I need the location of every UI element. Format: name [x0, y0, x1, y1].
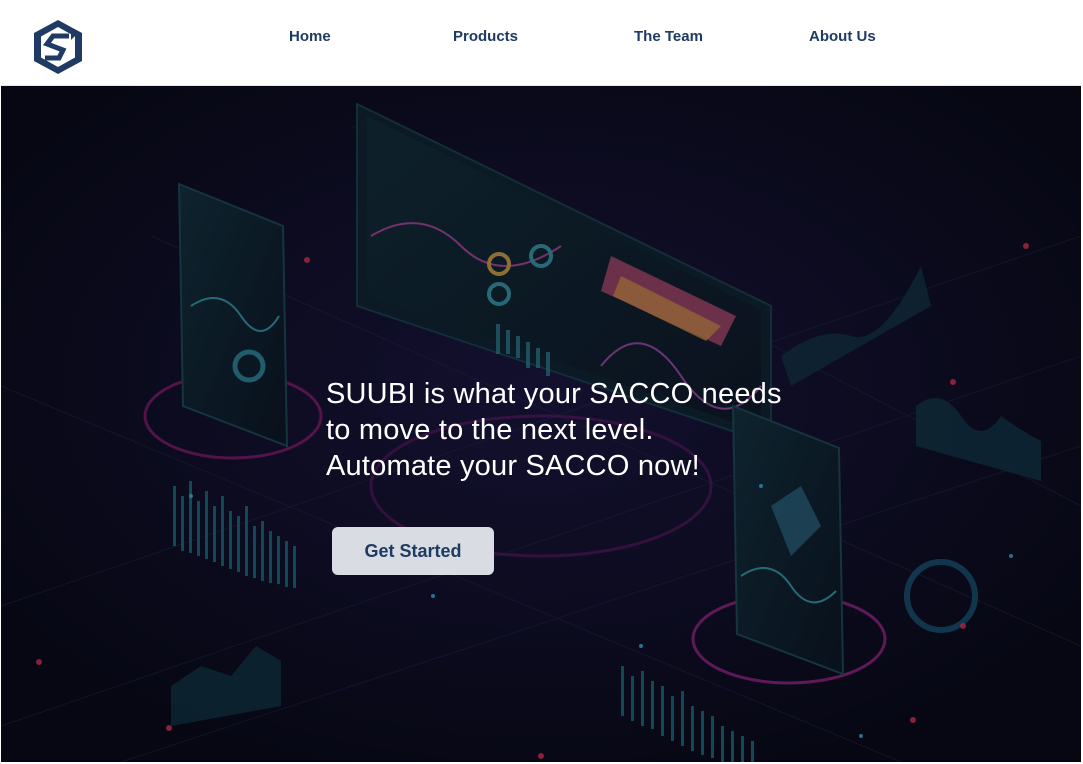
- nav-home-link[interactable]: Home: [289, 28, 331, 45]
- top-navbar: Home Products The Team About Us: [1, 1, 1081, 86]
- hero-section: SUUBI is what your SACCO needs to move t…: [1, 86, 1081, 762]
- get-started-button[interactable]: Get Started: [332, 527, 494, 575]
- nav-the-team-link[interactable]: The Team: [634, 28, 703, 45]
- hero-headline-line-2: to move to the next level.: [326, 414, 654, 446]
- hero-headline-line-3: Automate your SACCO now!: [326, 450, 700, 482]
- suubi-logo-icon[interactable]: [31, 17, 85, 77]
- hero-headline-line-1: SUUBI is what your SACCO needs: [326, 378, 782, 410]
- nav-products-link[interactable]: Products: [453, 28, 518, 45]
- landing-page: Home Products The Team About Us SUUBI is…: [0, 0, 1083, 764]
- hero-headline: SUUBI is what your SACCO needs to move t…: [326, 376, 886, 484]
- nav-about-us-link[interactable]: About Us: [809, 28, 876, 45]
